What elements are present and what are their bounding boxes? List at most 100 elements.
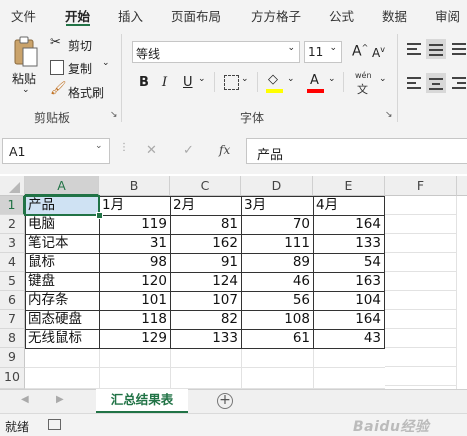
cell-product[interactable]: 固态硬盘 xyxy=(25,310,100,330)
tab-formulas[interactable]: 公式 xyxy=(329,6,354,25)
header-cell-feb[interactable]: 2月 xyxy=(170,196,242,216)
row-header-4[interactable]: 4 xyxy=(0,253,25,272)
row-header-3[interactable]: 3 xyxy=(0,234,25,253)
worksheet-grid[interactable]: A B C D E F 1 2 3 4 5 6 7 8 9 10 产品 1月 2月 3… xyxy=(0,176,467,389)
fill-color-icon[interactable]: ◇ xyxy=(268,72,278,87)
tab-home[interactable]: 开始 xyxy=(65,6,90,25)
row-header-2[interactable]: 2 xyxy=(0,215,25,234)
name-box[interactable]: A1 ⌄ xyxy=(2,138,110,164)
cell-apr[interactable]: 164 xyxy=(313,215,385,235)
cell-apr[interactable]: 104 xyxy=(313,291,385,311)
cell-product[interactable]: 鼠标 xyxy=(25,253,100,273)
scroll-right-icon[interactable]: ▶ xyxy=(56,394,64,405)
cut-button[interactable]: 剪切 xyxy=(68,37,92,54)
underline-dropdown-icon[interactable]: ⌄ xyxy=(198,74,206,84)
tab-insert[interactable]: 插入 xyxy=(118,6,143,25)
cell-feb[interactable]: 124 xyxy=(170,272,242,292)
border-icon[interactable] xyxy=(224,75,239,90)
header-cell-apr[interactable]: 4月 xyxy=(313,196,385,216)
copy-dropdown-icon[interactable]: ⌄ xyxy=(102,58,110,68)
sheet-tab-summary[interactable]: 汇总结果表 xyxy=(96,389,188,413)
paste-icon[interactable] xyxy=(12,36,40,68)
cell-mar[interactable]: 56 xyxy=(241,291,314,311)
cell-product[interactable]: 电脑 xyxy=(25,215,100,235)
font-name-select[interactable]: 等线 ⌄ xyxy=(132,41,300,63)
cell-mar[interactable]: 108 xyxy=(241,310,314,330)
cell-product[interactable]: 笔记本 xyxy=(25,234,100,254)
column-header-c[interactable]: C xyxy=(170,176,241,196)
cancel-formula-button[interactable]: ✕ xyxy=(146,143,157,158)
scissors-icon[interactable]: ✂ xyxy=(50,35,61,50)
enter-formula-button[interactable]: ✓ xyxy=(183,143,194,158)
cell-apr[interactable]: 43 xyxy=(313,329,385,349)
cell-jan[interactable]: 120 xyxy=(99,272,171,292)
shrink-font-button[interactable]: Av xyxy=(372,45,385,60)
cell-mar[interactable]: 89 xyxy=(241,253,314,273)
column-header-f[interactable]: F xyxy=(385,176,457,196)
tab-ffcell[interactable]: 方方格子 xyxy=(251,6,301,25)
copy-button[interactable]: 复制 xyxy=(68,60,92,77)
phonetic-dropdown-icon[interactable]: ⌄ xyxy=(379,74,387,84)
cell-product[interactable]: 无线鼠标 xyxy=(25,329,100,349)
align-top-icon[interactable] xyxy=(407,43,421,55)
cell-mar[interactable]: 70 xyxy=(241,215,314,235)
cell-mar[interactable]: 46 xyxy=(241,272,314,292)
cell-mar[interactable]: 111 xyxy=(241,234,314,254)
header-cell-jan[interactable]: 1月 xyxy=(99,196,171,216)
copy-icon[interactable] xyxy=(50,60,64,75)
cell-jan[interactable]: 101 xyxy=(99,291,171,311)
cell-feb[interactable]: 81 xyxy=(170,215,242,235)
brush-icon[interactable]: 🖌 xyxy=(50,81,67,96)
cell-jan[interactable]: 98 xyxy=(99,253,171,273)
align-right-icon[interactable] xyxy=(452,77,466,89)
tab-file[interactable]: 文件 xyxy=(11,6,36,25)
row-header-9[interactable]: 9 xyxy=(0,348,25,368)
align-left-icon[interactable] xyxy=(407,77,421,89)
row-header-1[interactable]: 1 xyxy=(0,196,25,215)
row-header-7[interactable]: 7 xyxy=(0,310,25,329)
column-header-a[interactable]: A xyxy=(25,176,99,196)
cell-mar[interactable]: 61 xyxy=(241,329,314,349)
column-header-d[interactable]: D xyxy=(241,176,313,196)
header-cell-product[interactable]: 产品 xyxy=(25,196,100,216)
macro-record-icon[interactable] xyxy=(48,419,61,430)
row-header-6[interactable]: 6 xyxy=(0,291,25,310)
fill-dropdown-icon[interactable]: ⌄ xyxy=(287,74,295,84)
cell-jan[interactable]: 119 xyxy=(99,215,171,235)
cell-apr[interactable]: 163 xyxy=(313,272,385,292)
font-size-select[interactable]: 11 ⌄ xyxy=(304,41,342,63)
font-color-button[interactable]: A xyxy=(310,73,319,88)
formula-input[interactable]: 产品 xyxy=(246,138,467,164)
grow-font-button[interactable]: A^ xyxy=(352,43,368,60)
row-header-10[interactable]: 10 xyxy=(0,368,25,389)
phonetic-button[interactable]: wén xyxy=(355,71,372,80)
format-painter-button[interactable]: 格式刷 xyxy=(68,84,104,101)
align-bottom-icon[interactable] xyxy=(452,43,466,55)
cell-product[interactable]: 键盘 xyxy=(25,272,100,292)
cell-feb[interactable]: 107 xyxy=(170,291,242,311)
cell-apr[interactable]: 54 xyxy=(313,253,385,273)
paste-dropdown-icon[interactable]: ⌄ xyxy=(22,85,30,95)
select-all-corner[interactable] xyxy=(0,176,25,196)
tab-page-layout[interactable]: 页面布局 xyxy=(171,6,221,25)
row-header-8[interactable]: 8 xyxy=(0,329,25,348)
fill-handle[interactable] xyxy=(96,212,103,219)
insert-function-button[interactable]: fx xyxy=(219,143,230,157)
column-header-b[interactable]: B xyxy=(99,176,170,196)
font-color-dropdown-icon[interactable]: ⌄ xyxy=(328,74,336,84)
underline-button[interactable]: U xyxy=(183,75,193,90)
font-launcher-icon[interactable]: ↘ xyxy=(385,110,393,120)
cell-feb[interactable]: 91 xyxy=(170,253,242,273)
align-middle-button[interactable] xyxy=(426,39,446,59)
cell-apr[interactable]: 133 xyxy=(313,234,385,254)
cell-jan[interactable]: 118 xyxy=(99,310,171,330)
cell-apr[interactable]: 164 xyxy=(313,310,385,330)
header-cell-mar[interactable]: 3月 xyxy=(241,196,314,216)
cell-product[interactable]: 内存条 xyxy=(25,291,100,311)
scroll-left-icon[interactable]: ◀ xyxy=(21,394,29,405)
tab-data[interactable]: 数据 xyxy=(382,6,407,25)
italic-button[interactable]: I xyxy=(162,75,167,90)
cell-feb[interactable]: 162 xyxy=(170,234,242,254)
border-dropdown-icon[interactable]: ⌄ xyxy=(241,74,249,84)
empty-cells-f[interactable] xyxy=(385,196,457,389)
